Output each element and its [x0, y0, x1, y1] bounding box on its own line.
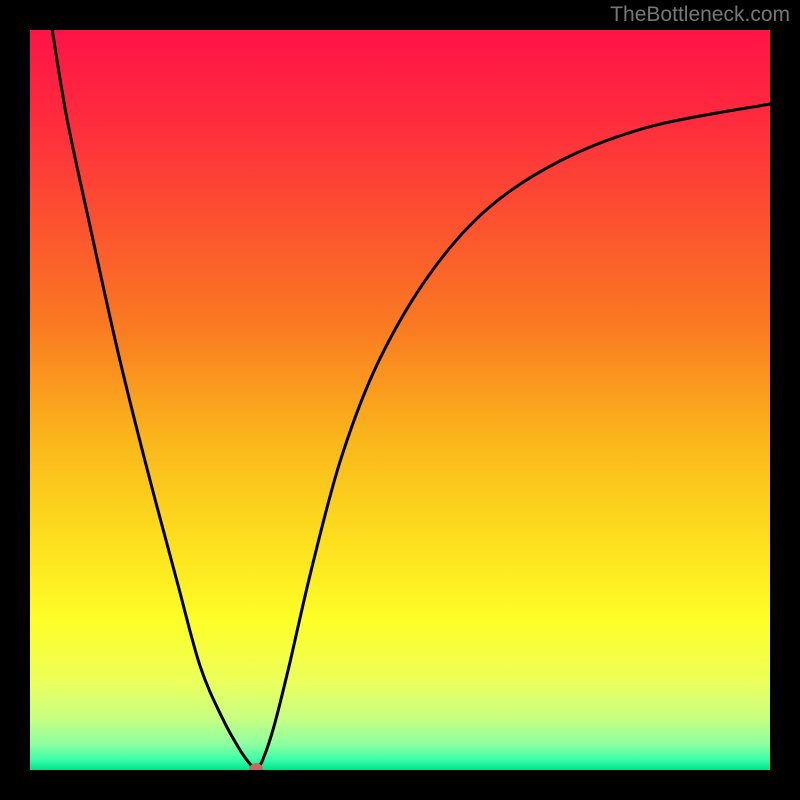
plot-area	[30, 30, 770, 770]
chart-frame	[30, 30, 770, 770]
optimal-point-marker	[249, 763, 263, 770]
bottleneck-curve	[30, 30, 770, 770]
watermark-text: TheBottleneck.com	[610, 3, 790, 27]
